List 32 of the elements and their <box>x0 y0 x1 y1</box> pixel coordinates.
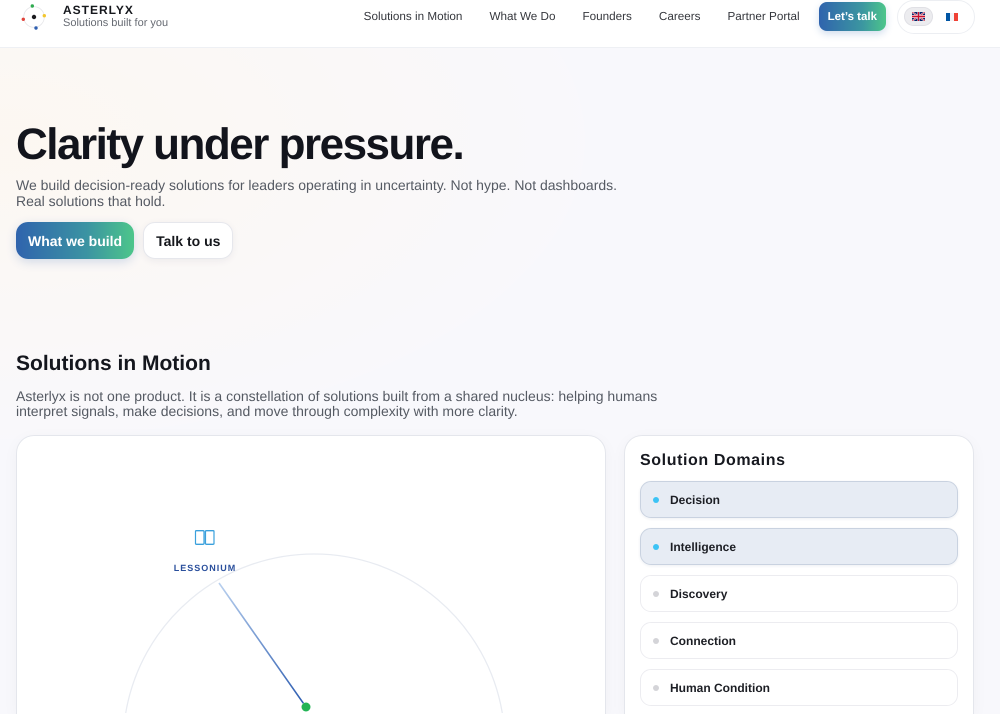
lets-talk-button[interactable]: Let’s talk <box>818 2 886 31</box>
book-icon <box>195 530 215 545</box>
bullet-dot-icon <box>653 638 659 644</box>
primary-button[interactable]: What we build <box>16 222 134 259</box>
section-intro: Asterlyx is not one product. It is a constellation of solutions built from a shared nucleus: helping humans interpret signals, make decisions, and move through complexity with more clarity. <box>16 389 658 419</box>
domains-title: Solution Domains <box>640 451 787 471</box>
nav-link[interactable]: Founders <box>582 10 632 23</box>
bullet-dot-icon <box>653 590 659 596</box>
domain-item[interactable]: Decision <box>640 481 958 518</box>
brand-tagline: Solutions built for you <box>63 17 168 30</box>
node-label[interactable]: LESSONIUM <box>174 563 236 574</box>
bullet-dot-icon <box>653 544 659 550</box>
uk-flag-icon <box>912 12 925 21</box>
nav-link[interactable]: Careers <box>658 10 700 23</box>
bullet-dot-icon <box>653 684 659 690</box>
brand-name: ASTERLYX <box>63 3 135 17</box>
nav-link[interactable]: Solutions in Motion <box>364 10 462 23</box>
nav-link[interactable]: Partner Portal <box>727 10 800 23</box>
french-flag-icon <box>946 12 958 20</box>
node-dot-icon <box>302 702 310 712</box>
secondary-button[interactable]: Talk to us <box>143 222 234 259</box>
section-title: Solutions in Motion <box>16 351 212 376</box>
bullet-dot-icon <box>653 496 659 502</box>
domain-item[interactable]: Human Condition <box>640 669 958 706</box>
logo-icon <box>21 4 47 30</box>
domain-item[interactable]: Discovery <box>640 575 958 612</box>
language-button[interactable] <box>904 7 933 26</box>
domain-item[interactable]: Intelligence <box>640 528 958 565</box>
domain-item[interactable]: Connection <box>640 622 958 659</box>
hero-subtitle: We build decision-ready solutions for leaders operating in uncertainty. Not hype. Not dashboards. Real solutions that hold. <box>16 178 618 209</box>
nav-link[interactable]: What We Do <box>489 10 556 23</box>
hero-title: Clarity under pressure. <box>16 121 464 169</box>
